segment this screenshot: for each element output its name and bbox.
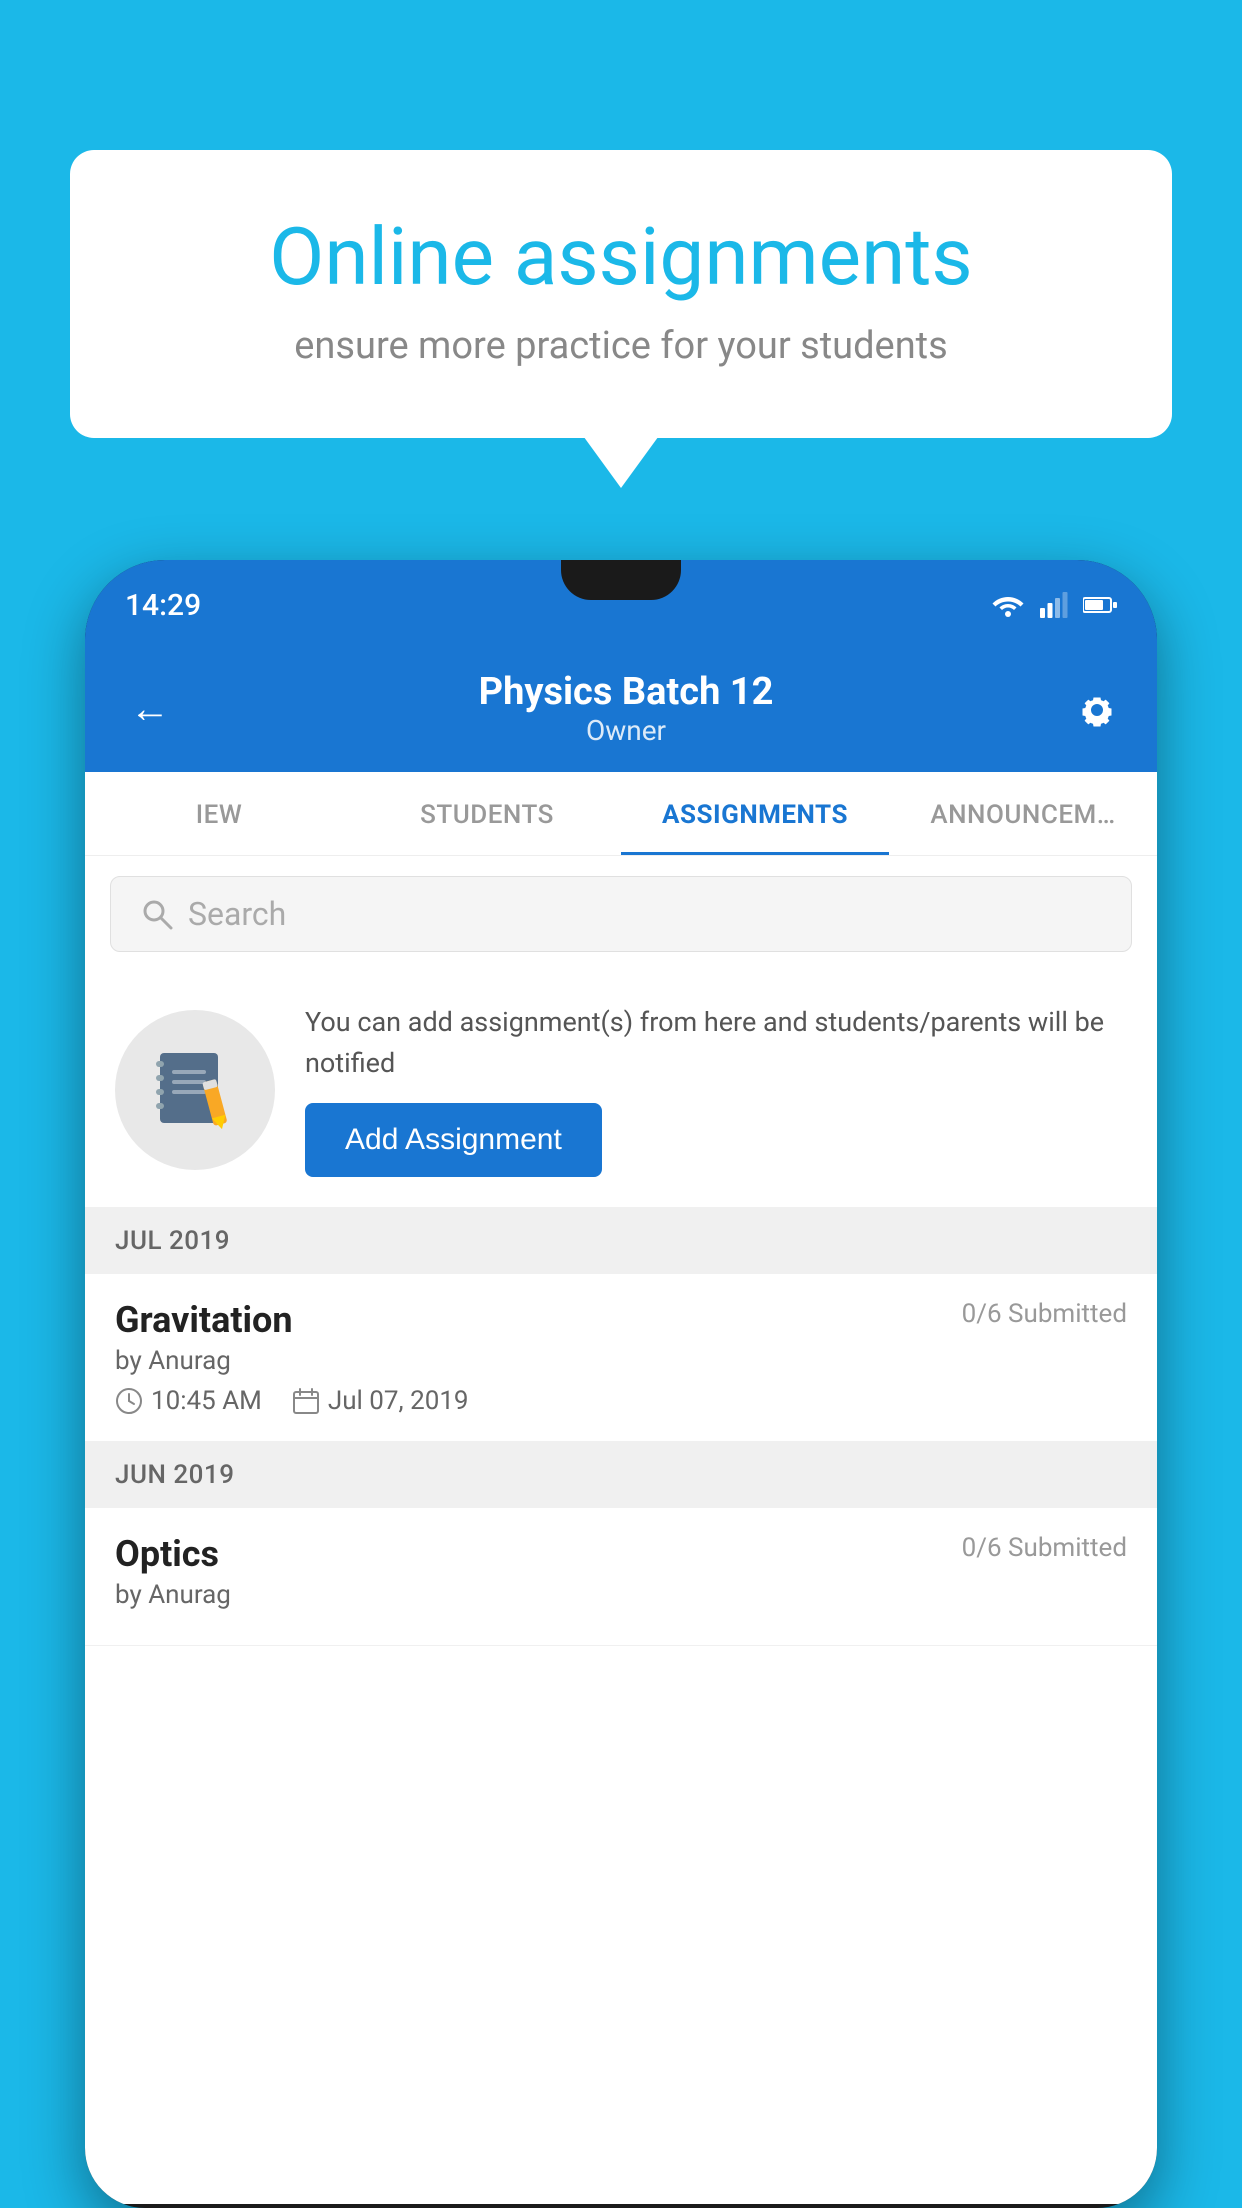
- speech-bubble: Online assignments ensure more practice …: [70, 150, 1172, 438]
- speech-bubble-subtitle: ensure more practice for your students: [140, 324, 1102, 368]
- assignment-date: Jul 07, 2019: [292, 1386, 469, 1416]
- assignment-submitted: 0/6 Submitted: [962, 1299, 1127, 1329]
- tab-announcements[interactable]: ANNOUNCEM…: [889, 772, 1157, 855]
- section-header-jul: JUL 2019: [85, 1208, 1157, 1274]
- back-button[interactable]: ←: [125, 680, 175, 737]
- header-subtitle: Owner: [175, 714, 1077, 747]
- clock-icon: [115, 1387, 143, 1415]
- app-header: ← Physics Batch 12 Owner: [85, 650, 1157, 772]
- info-card-description: You can add assignment(s) from here and …: [305, 1002, 1127, 1083]
- tab-iew[interactable]: IEW: [85, 772, 353, 855]
- assignment-name: Optics: [115, 1533, 219, 1575]
- tab-assignments[interactable]: ASSIGNMENTS: [621, 772, 889, 855]
- status-icons: [991, 592, 1117, 618]
- notebook-icon: [150, 1045, 240, 1135]
- add-assignment-button[interactable]: Add Assignment: [305, 1103, 602, 1177]
- search-icon: [141, 898, 173, 930]
- phone-content: Search: [85, 856, 1157, 2204]
- table-row[interactable]: Gravitation 0/6 Submitted by Anurag 10:4…: [85, 1274, 1157, 1442]
- info-card: You can add assignment(s) from here and …: [85, 972, 1157, 1208]
- search-bar[interactable]: Search: [110, 876, 1132, 952]
- assignment-submitted: 0/6 Submitted: [962, 1533, 1127, 1563]
- status-bar: 14:29: [85, 560, 1157, 650]
- tabs-bar: IEW STUDENTS ASSIGNMENTS ANNOUNCEM…: [85, 772, 1157, 856]
- header-title: Physics Batch 12: [175, 670, 1077, 714]
- info-card-text: You can add assignment(s) from here and …: [305, 1002, 1127, 1177]
- tab-students[interactable]: STUDENTS: [353, 772, 621, 855]
- assignment-time: 10:45 AM: [115, 1386, 262, 1416]
- assignment-author: by Anurag: [115, 1346, 1127, 1376]
- search-container: Search: [85, 856, 1157, 972]
- calendar-icon: [292, 1387, 320, 1415]
- signal-icon: [1040, 592, 1068, 618]
- header-title-group: Physics Batch 12 Owner: [175, 670, 1077, 747]
- battery-icon: [1083, 596, 1117, 614]
- assignment-meta: 10:45 AM Jul 07, 2019: [115, 1386, 1127, 1416]
- speech-bubble-title: Online assignments: [140, 210, 1102, 304]
- assignment-icon-circle: [115, 1010, 275, 1170]
- section-header-jun: JUN 2019: [85, 1442, 1157, 1508]
- phone-frame: 14:29 ←: [85, 560, 1157, 2208]
- gear-icon: [1077, 690, 1117, 730]
- search-placeholder: Search: [188, 895, 286, 933]
- settings-button[interactable]: [1077, 687, 1117, 731]
- notch: [561, 560, 681, 600]
- assignment-author: by Anurag: [115, 1580, 1127, 1610]
- assignment-name: Gravitation: [115, 1299, 293, 1341]
- wifi-icon: [991, 592, 1025, 618]
- status-time: 14:29: [125, 588, 201, 623]
- speech-bubble-container: Online assignments ensure more practice …: [70, 150, 1172, 438]
- table-row[interactable]: Optics 0/6 Submitted by Anurag: [85, 1508, 1157, 1646]
